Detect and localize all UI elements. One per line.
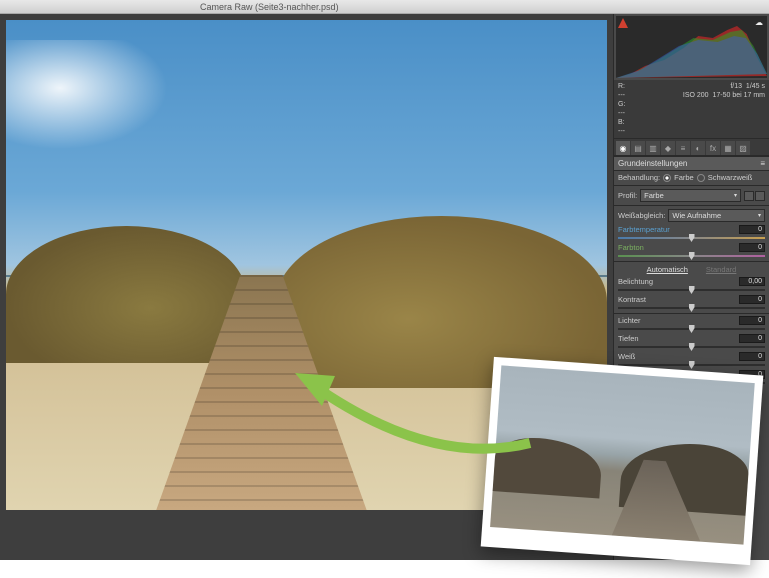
- whites-label: Weiß: [618, 352, 635, 361]
- whites-value[interactable]: 0: [739, 352, 765, 361]
- tab-fx[interactable]: fx: [706, 141, 720, 155]
- chevron-down-icon: ▾: [758, 212, 761, 219]
- temperature-value[interactable]: 0: [739, 225, 765, 234]
- g-label: G:: [618, 100, 625, 109]
- auto-link[interactable]: Automatisch: [647, 265, 688, 274]
- shadows-slider[interactable]: [618, 344, 765, 350]
- profile-row: Profil: Farbe ▾: [614, 187, 769, 204]
- treatment-color-label[interactable]: Farbe: [674, 173, 694, 182]
- section-title: Grundeinstellungen: [618, 159, 687, 168]
- wb-value: Wie Aufnahme: [672, 211, 721, 220]
- shadows-value[interactable]: 0: [739, 334, 765, 343]
- exposure-label: Belichtung: [618, 277, 653, 286]
- histogram-graph: [616, 16, 767, 78]
- treatment-row: Behandlung: Farbe Schwarzweiß: [614, 171, 769, 184]
- highlights-slider-row: Lichter 0: [614, 315, 769, 333]
- before-thumbnail: [481, 357, 764, 565]
- highlights-slider[interactable]: [618, 326, 765, 332]
- auto-row: Automatisch Standard: [614, 263, 769, 276]
- exposure-slider-row: Belichtung 0,00: [614, 276, 769, 294]
- before-image: [490, 365, 755, 544]
- r-value: ---: [618, 91, 625, 100]
- panel-tabs: ◉ ▤ ▥ ◆ ≡ ◐ fx ▦ ▨: [614, 139, 769, 156]
- lens-value: 17-50 bei 17 mm: [712, 92, 765, 99]
- tint-slider-row: Farbton 0: [614, 242, 769, 260]
- g-value: ---: [618, 109, 625, 118]
- exif-readout: R: --- G: --- B: --- f/13 1/45 s ISO 200…: [614, 80, 769, 139]
- treatment-bw-label[interactable]: Schwarzweiß: [708, 173, 753, 182]
- image-region: [6, 226, 246, 363]
- image-region: [6, 40, 186, 160]
- tint-slider[interactable]: [618, 253, 765, 259]
- highlights-label: Lichter: [618, 316, 641, 325]
- highlight-clip-warning-icon[interactable]: ☁: [755, 18, 765, 28]
- histogram[interactable]: ☁: [616, 16, 767, 78]
- tab-calibration[interactable]: ▦: [721, 141, 735, 155]
- titlebar: Camera Raw (Seite3-nachher.psd): [0, 0, 769, 14]
- tab-lens[interactable]: ◐: [691, 141, 705, 155]
- contrast-value[interactable]: 0: [739, 295, 765, 304]
- tab-curve[interactable]: ▤: [631, 141, 645, 155]
- shadows-label: Tiefen: [618, 334, 639, 343]
- default-link: Standard: [706, 265, 736, 274]
- exposure-value[interactable]: 0,00: [739, 277, 765, 286]
- shadow-clip-warning-icon[interactable]: [618, 18, 628, 28]
- b-label: B:: [618, 118, 625, 127]
- aperture-value: f/13: [730, 83, 742, 90]
- wb-select[interactable]: Wie Aufnahme ▾: [668, 209, 765, 222]
- tab-split[interactable]: ≡: [676, 141, 690, 155]
- temperature-label: Farbtemperatur: [618, 225, 670, 234]
- window-title: Camera Raw (Seite3-nachher.psd): [200, 2, 339, 12]
- highlights-value[interactable]: 0: [739, 316, 765, 325]
- iso-value: ISO 200: [683, 92, 709, 99]
- basic-section-header: Grundeinstellungen ≡: [614, 156, 769, 171]
- profile-select[interactable]: Farbe ▾: [640, 189, 741, 202]
- profile-label: Profil:: [618, 191, 637, 200]
- exposure-slider[interactable]: [618, 287, 765, 293]
- shadows-slider-row: Tiefen 0: [614, 333, 769, 351]
- temperature-slider[interactable]: [618, 235, 765, 241]
- profile-browse-button[interactable]: [755, 191, 765, 201]
- tint-label: Farbton: [618, 243, 644, 252]
- contrast-slider-row: Kontrast 0: [614, 294, 769, 312]
- profile-grid-button[interactable]: [744, 191, 754, 201]
- tab-detail[interactable]: ▥: [646, 141, 660, 155]
- treatment-label: Behandlung:: [618, 173, 660, 182]
- section-menu-icon[interactable]: ≡: [760, 159, 765, 168]
- chevron-down-icon: ▾: [734, 192, 737, 199]
- profile-value: Farbe: [644, 191, 664, 200]
- treatment-color-radio[interactable]: [663, 174, 671, 182]
- tab-basic[interactable]: ◉: [616, 141, 630, 155]
- temperature-slider-row: Farbtemperatur 0: [614, 224, 769, 242]
- tab-hsl[interactable]: ◆: [661, 141, 675, 155]
- tab-presets[interactable]: ▨: [736, 141, 750, 155]
- wb-label: Weißabgleich:: [618, 211, 665, 220]
- shutter-value: 1/45 s: [746, 83, 765, 90]
- contrast-slider[interactable]: [618, 305, 765, 311]
- contrast-label: Kontrast: [618, 295, 646, 304]
- wb-row: Weißabgleich: Wie Aufnahme ▾: [614, 207, 769, 224]
- r-label: R:: [618, 82, 625, 91]
- b-value: ---: [618, 127, 625, 136]
- treatment-bw-radio[interactable]: [697, 174, 705, 182]
- tint-value[interactable]: 0: [739, 243, 765, 252]
